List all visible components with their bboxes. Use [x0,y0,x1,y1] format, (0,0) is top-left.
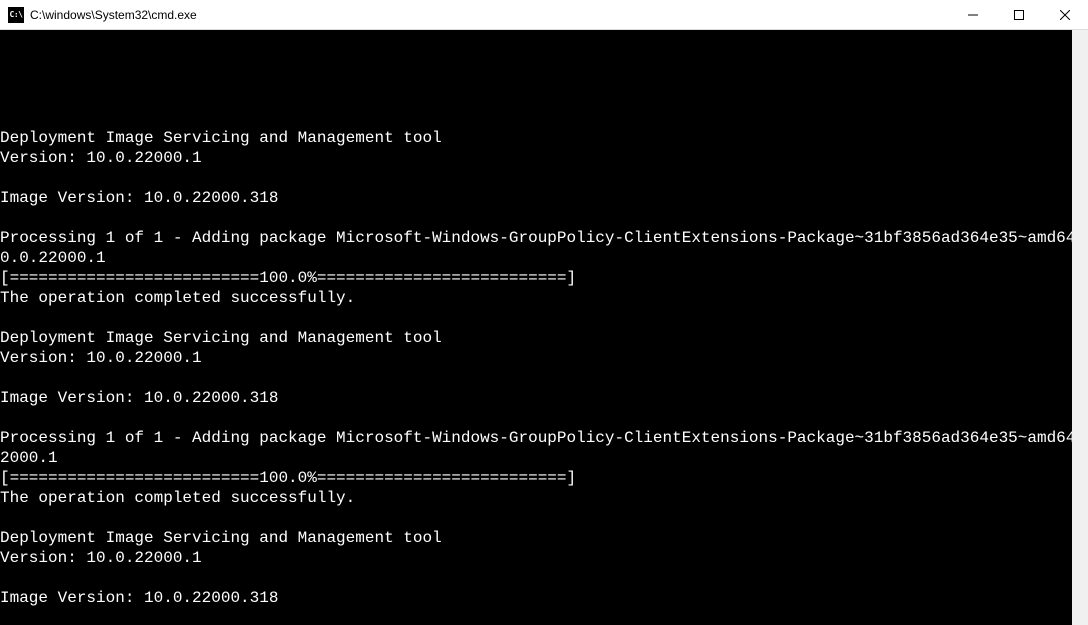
terminal-line [0,108,1072,128]
terminal-line: Version: 10.0.22000.1 [0,348,1072,368]
terminal-line: Image Version: 10.0.22000.318 [0,588,1072,608]
terminal-line: Version: 10.0.22000.1 [0,548,1072,568]
terminal-line [0,308,1072,328]
terminal-line [0,208,1072,228]
close-button[interactable] [1042,0,1088,30]
terminal-line [0,408,1072,428]
terminal-line: 0.0.22000.1 [0,248,1072,268]
terminal-line [0,508,1072,528]
terminal-line [0,168,1072,188]
terminal-line: Version: 10.0.22000.1 [0,148,1072,168]
terminal-output[interactable]: Deployment Image Servicing and Managemen… [0,30,1088,625]
terminal-line: The operation completed successfully. [0,488,1072,508]
window-title: C:\windows\System32\cmd.exe [30,8,950,22]
minimize-button[interactable] [950,0,996,30]
terminal-line [0,608,1072,625]
terminal-line: The operation completed successfully. [0,288,1072,308]
scrollbar-thumb[interactable] [1072,60,1088,120]
terminal-line: Image Version: 10.0.22000.318 [0,188,1072,208]
terminal-line: 2000.1 [0,448,1072,468]
titlebar[interactable]: C:\ C:\windows\System32\cmd.exe [0,0,1088,30]
cmd-icon: C:\ [8,7,24,23]
cmd-window: C:\ C:\windows\System32\cmd.exe Deployme… [0,0,1088,625]
terminal-line: Deployment Image Servicing and Managemen… [0,328,1072,348]
terminal-line: [==========================100.0%=======… [0,268,1072,288]
terminal-line: [==========================100.0%=======… [0,468,1072,488]
terminal-line [0,568,1072,588]
terminal-line [0,368,1072,388]
terminal-line: Deployment Image Servicing and Managemen… [0,528,1072,548]
terminal-line: Image Version: 10.0.22000.318 [0,388,1072,408]
terminal-line: Processing 1 of 1 - Adding package Micro… [0,228,1072,248]
window-controls [950,0,1088,29]
terminal-line: Deployment Image Servicing and Managemen… [0,128,1072,148]
terminal-line: Processing 1 of 1 - Adding package Micro… [0,428,1072,448]
maximize-button[interactable] [996,0,1042,30]
